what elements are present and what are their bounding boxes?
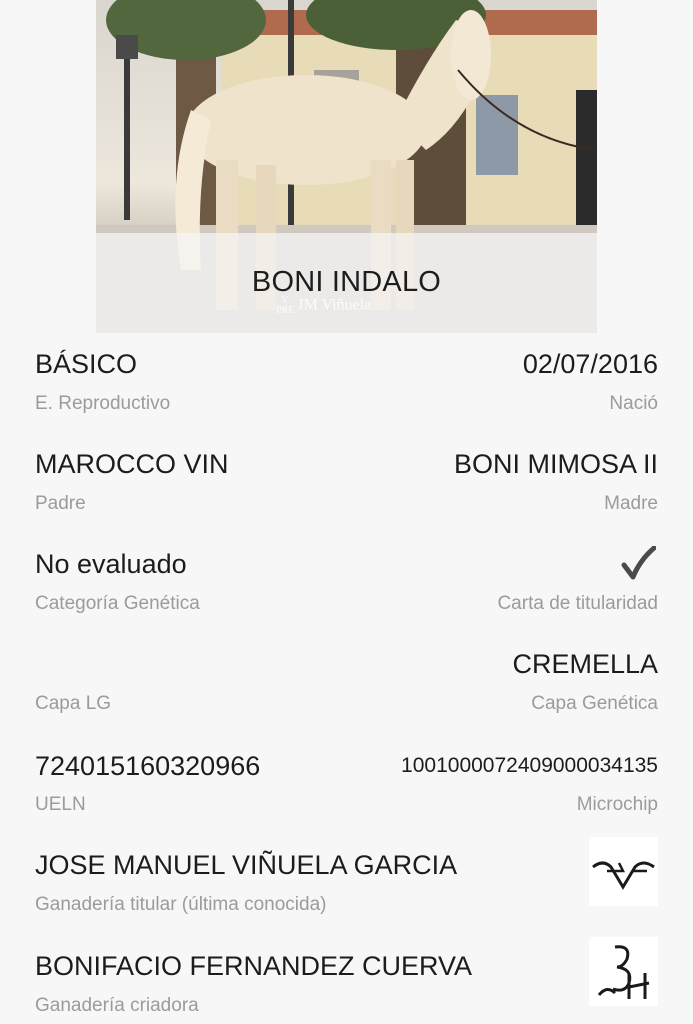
padre-label: Padre <box>35 493 86 514</box>
microchip-value: 1001000072409000034135 <box>401 754 658 777</box>
nacio-value: 02/07/2016 <box>522 349 658 379</box>
padre-value[interactable]: MAROCCO VIN <box>35 448 229 480</box>
brand-mark-icon <box>589 937 658 1006</box>
checkmark-icon <box>621 546 656 580</box>
madre-label: Madre <box>604 493 658 514</box>
capa-genetica-label: Capa Genética <box>531 693 658 714</box>
ganaderia-criadora-value[interactable]: BONIFACIO FERNANDEZ CUERVA <box>35 950 472 982</box>
madre-value[interactable]: BONI MIMOSA II <box>454 448 658 480</box>
ganaderia-titular-label: Ganadería titular (última conocida) <box>35 894 327 915</box>
capa-genetica-value: CREMELLA <box>512 649 658 679</box>
photo-watermark: V PRE JM Viñuela <box>276 295 372 316</box>
horse-name: BONI INDALO <box>251 266 442 298</box>
carta-titularidad-label: Carta de titularidad <box>497 593 658 614</box>
watermark-mark: V PRE <box>276 295 295 316</box>
estado-reproductivo-value: BÁSICO <box>35 349 138 379</box>
categoria-genetica-label: Categoría Genética <box>35 593 200 614</box>
categoria-genetica-value: No evaluado <box>35 549 187 579</box>
ganaderia-criadora-label: Ganadería criadora <box>35 995 199 1016</box>
estado-reproductivo-label: E. Reproductivo <box>35 393 171 414</box>
ueln-value: 724015160320966 <box>35 751 261 781</box>
nacio-label: Nació <box>609 393 658 414</box>
brand-mark-icon <box>589 837 658 906</box>
ganaderia-titular-value[interactable]: JOSE MANUEL VIÑUELA GARCIA <box>35 849 457 881</box>
microchip-label: Microchip <box>576 794 658 815</box>
capa-lg-label: Capa LG <box>35 693 112 714</box>
ueln-label: UELN <box>35 794 86 815</box>
